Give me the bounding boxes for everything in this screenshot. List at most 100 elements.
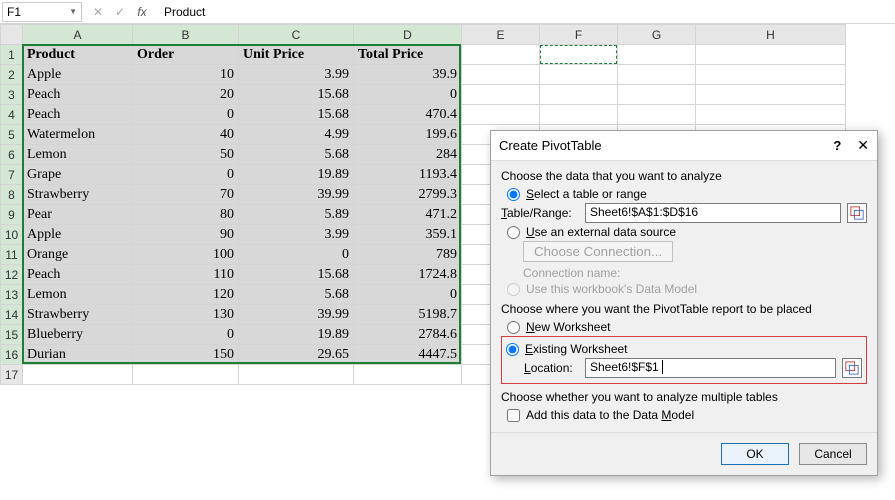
cell[interactable]: 3.99: [239, 225, 354, 245]
name-box[interactable]: F1 ▼: [2, 2, 82, 22]
cell[interactable]: [239, 365, 354, 385]
cell[interactable]: 29.65: [239, 345, 354, 365]
cell[interactable]: 70: [133, 185, 239, 205]
table-range-input[interactable]: Sheet6!$A$1:$D$16: [585, 203, 841, 223]
dialog-close-icon[interactable]: ✕: [857, 137, 869, 154]
row-header[interactable]: 10: [1, 225, 23, 245]
cell[interactable]: Product: [23, 45, 133, 65]
cell[interactable]: [462, 85, 540, 105]
cell[interactable]: 39.9: [354, 65, 462, 85]
cell[interactable]: 40: [133, 125, 239, 145]
cell[interactable]: Durian: [23, 345, 133, 365]
cell[interactable]: 789: [354, 245, 462, 265]
cell[interactable]: 15.68: [239, 265, 354, 285]
cell[interactable]: 150: [133, 345, 239, 365]
col-header-f[interactable]: F: [540, 25, 618, 45]
cell[interactable]: 39.99: [239, 185, 354, 205]
cell[interactable]: [23, 365, 133, 385]
cell[interactable]: 5198.7: [354, 305, 462, 325]
cell[interactable]: 359.1: [354, 225, 462, 245]
cell[interactable]: 80: [133, 205, 239, 225]
cell[interactable]: 284: [354, 145, 462, 165]
col-header-c[interactable]: C: [239, 25, 354, 45]
cell[interactable]: [618, 85, 696, 105]
row-header[interactable]: 5: [1, 125, 23, 145]
radio-select-range-label[interactable]: Select a table or range: [526, 187, 647, 201]
cell[interactable]: 199.6: [354, 125, 462, 145]
row-header[interactable]: 1: [1, 45, 23, 65]
cell[interactable]: 20: [133, 85, 239, 105]
col-header-b[interactable]: B: [133, 25, 239, 45]
cell[interactable]: 15.68: [239, 105, 354, 125]
cell[interactable]: Peach: [23, 265, 133, 285]
cell[interactable]: Peach: [23, 105, 133, 125]
cell[interactable]: [696, 65, 846, 85]
cell[interactable]: Lemon: [23, 145, 133, 165]
accept-formula-icon[interactable]: ✓: [110, 2, 130, 22]
cell[interactable]: 2784.6: [354, 325, 462, 345]
cell[interactable]: [696, 105, 846, 125]
cell[interactable]: [696, 45, 846, 65]
cell[interactable]: 5.89: [239, 205, 354, 225]
cell[interactable]: [618, 45, 696, 65]
location-picker-icon[interactable]: [842, 358, 862, 378]
cell[interactable]: 0: [239, 245, 354, 265]
cell[interactable]: 120: [133, 285, 239, 305]
cell[interactable]: 50: [133, 145, 239, 165]
cell[interactable]: Grape: [23, 165, 133, 185]
dialog-help-icon[interactable]: ?: [833, 138, 841, 153]
cell[interactable]: [618, 105, 696, 125]
ok-button[interactable]: OK: [721, 443, 789, 465]
cell[interactable]: 110: [133, 265, 239, 285]
cell[interactable]: 0: [133, 105, 239, 125]
row-header[interactable]: 9: [1, 205, 23, 225]
cell[interactable]: [540, 105, 618, 125]
cell[interactable]: Pear: [23, 205, 133, 225]
cell[interactable]: 19.89: [239, 165, 354, 185]
table-range-picker-icon[interactable]: [847, 203, 867, 223]
checkbox-add-data-model-label[interactable]: Add this data to the Data Model: [526, 408, 694, 422]
cell[interactable]: 4447.5: [354, 345, 462, 365]
cell[interactable]: 471.2: [354, 205, 462, 225]
cell[interactable]: Orange: [23, 245, 133, 265]
row-header[interactable]: 13: [1, 285, 23, 305]
cancel-formula-icon[interactable]: ✕: [88, 2, 108, 22]
cell[interactable]: 39.99: [239, 305, 354, 325]
row-header[interactable]: 12: [1, 265, 23, 285]
row-header[interactable]: 4: [1, 105, 23, 125]
cell[interactable]: [462, 105, 540, 125]
select-all-corner[interactable]: [1, 25, 23, 45]
radio-new-worksheet-label[interactable]: New Worksheet: [526, 320, 610, 334]
cell[interactable]: [540, 85, 618, 105]
cell[interactable]: 1193.4: [354, 165, 462, 185]
row-header[interactable]: 3: [1, 85, 23, 105]
row-header[interactable]: 17: [1, 365, 23, 385]
col-header-h[interactable]: H: [696, 25, 846, 45]
cell[interactable]: Apple: [23, 225, 133, 245]
cell[interactable]: Order: [133, 45, 239, 65]
cell[interactable]: 19.89: [239, 325, 354, 345]
cell[interactable]: Unit Price: [239, 45, 354, 65]
cell[interactable]: Total Price: [354, 45, 462, 65]
cell[interactable]: 3.99: [239, 65, 354, 85]
row-header[interactable]: 14: [1, 305, 23, 325]
row-header[interactable]: 2: [1, 65, 23, 85]
col-header-e[interactable]: E: [462, 25, 540, 45]
cell[interactable]: Strawberry: [23, 305, 133, 325]
cell[interactable]: [540, 45, 618, 65]
col-header-a[interactable]: A: [23, 25, 133, 45]
radio-existing-worksheet-label[interactable]: Existing Worksheet: [525, 342, 628, 356]
radio-external-data-label[interactable]: Use an external data source: [526, 225, 676, 239]
cell[interactable]: 4.99: [239, 125, 354, 145]
cell[interactable]: [618, 65, 696, 85]
checkbox-add-data-model[interactable]: [507, 409, 520, 422]
cell[interactable]: 130: [133, 305, 239, 325]
fx-icon[interactable]: fx: [132, 2, 152, 22]
row-header[interactable]: 8: [1, 185, 23, 205]
radio-existing-worksheet[interactable]: [506, 343, 519, 356]
cell[interactable]: [462, 65, 540, 85]
cell[interactable]: 100: [133, 245, 239, 265]
cell[interactable]: 1724.8: [354, 265, 462, 285]
cell[interactable]: [462, 45, 540, 65]
cancel-button[interactable]: Cancel: [799, 443, 867, 465]
